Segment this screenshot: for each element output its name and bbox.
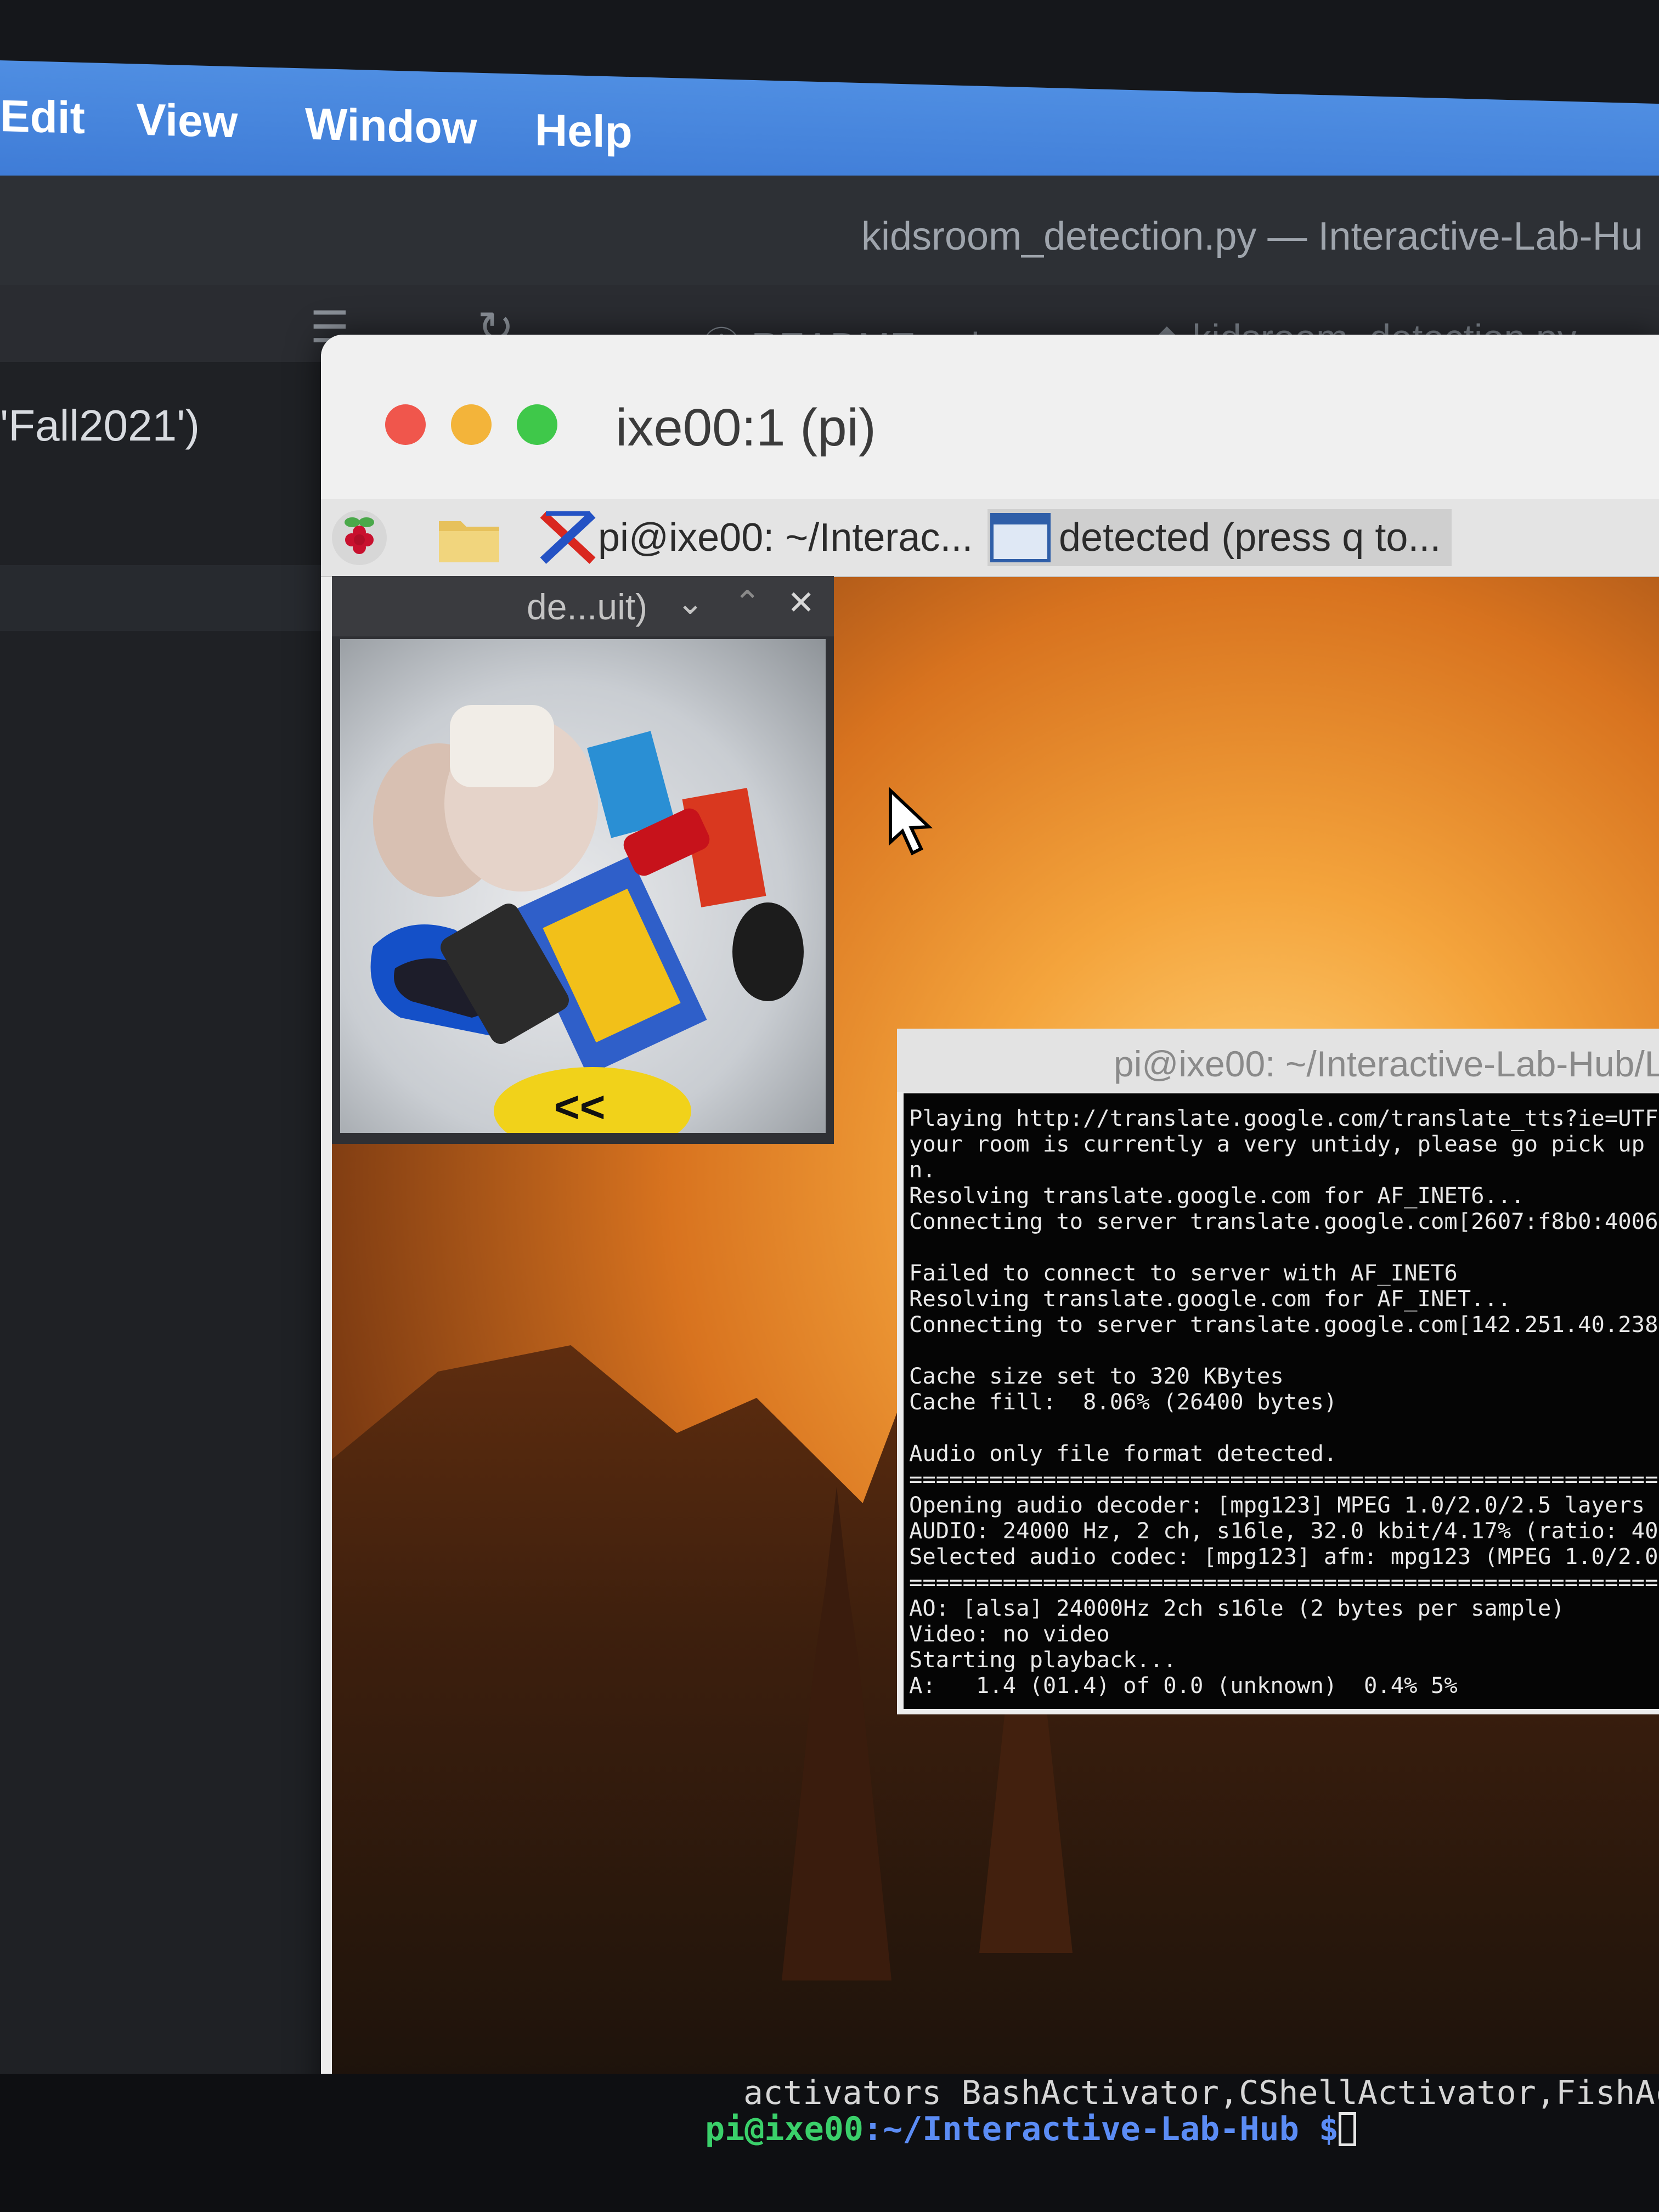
mouse-cursor-icon [889, 787, 933, 856]
prompt-path: :~/Interactive-Lab-Hub $ [863, 2110, 1339, 2148]
terminal-line: Connecting to server translate.google.co… [909, 1208, 1659, 1234]
menu-window[interactable]: Window [305, 99, 477, 155]
raspberry-menu-icon[interactable] [332, 510, 387, 565]
vnc-window-title: ixe00:1 (pi) [616, 398, 876, 457]
code-line: 'Fall2021') [0, 401, 200, 450]
terminal-line: Connecting to server translate.google.co… [909, 1311, 1659, 1338]
detected-image-window: de...uit) ⌄ ⌃ ✕ << [332, 576, 834, 1144]
terminal-line: Video: no video [909, 1621, 1110, 1647]
taskbar-terminal-button[interactable]: pi@ixe00: ~/Interac... [538, 509, 973, 566]
close-icon[interactable]: ✕ [787, 584, 815, 622]
terminal-line: n. [909, 1156, 936, 1183]
terminal-line: Cache fill: 8.06% (26400 bytes) [909, 1389, 1338, 1415]
svg-text:<<: << [554, 1082, 605, 1131]
terminal-title: pi@ixe00: ~/Interactive-Lab-Hub/La [1114, 1043, 1659, 1084]
image-window-titlebar: de...uit) ⌄ ⌃ ✕ [332, 576, 834, 636]
terminal-line: Resolving translate.google.com for AF_IN… [909, 1182, 1525, 1209]
editor-current-line [0, 565, 324, 631]
image-window-title: de...uit) [527, 586, 648, 627]
window-icon [990, 513, 1051, 562]
terminal-line: Starting playback... [909, 1646, 1177, 1673]
terminal-window: pi@ixe00: ~/Interactive-Lab-Hub/La Playi… [897, 1029, 1659, 1714]
terminal-line: A: 1.4 (01.4) of 0.0 (unknown) 0.4% 5% [909, 1672, 1458, 1699]
taskbar-detected-button[interactable]: detected (press q to... [988, 509, 1452, 566]
pi-taskbar: pi@ixe00: ~/Interac... detected (press q… [321, 499, 1659, 577]
terminal-titlebar: pi@ixe00: ~/Interactive-Lab-Hub/La [897, 1029, 1659, 1092]
terminal-line: Resolving translate.google.com for AF_IN… [909, 1285, 1511, 1312]
chevron-up-icon[interactable]: ⌃ [733, 584, 761, 622]
terminal-line: AUDIO: 24000 Hz, 2 ch, s16le, 32.0 kbit/… [909, 1517, 1659, 1544]
terminal-line: Failed to connect to server with AF_INET… [909, 1260, 1458, 1286]
terminal-line: AO: [alsa] 24000Hz 2ch s16le (2 bytes pe… [909, 1595, 1565, 1621]
minimize-window-button[interactable] [451, 404, 492, 445]
host-terminal[interactable]: activators BashActivator,CShellActivator… [0, 2074, 1659, 2212]
terminal-line: activators BashActivator,CShellActivator… [743, 2074, 1659, 2112]
vnc-titlebar: ixe00:1 (pi) [321, 335, 1659, 499]
terminal-line: ========================================… [909, 1466, 1659, 1492]
file-manager-icon[interactable] [436, 516, 502, 565]
menu-view[interactable]: View [136, 94, 238, 148]
terminal-line: Opening audio decoder: [mpg123] MPEG 1.0… [909, 1492, 1659, 1518]
terminal-line: ========================================… [909, 1569, 1659, 1595]
zoom-window-button[interactable] [517, 404, 557, 445]
close-window-button[interactable] [385, 404, 426, 445]
terminal-line: your room is currently a very untidy, pl… [909, 1131, 1659, 1157]
taskbar-terminal-label: pi@ixe00: ~/Interac... [598, 516, 973, 560]
vnc-viewer-window: ixe00:1 (pi) pi@ixe00: ~/Interac... dete… [321, 335, 1659, 2112]
menu-edit[interactable]: Edit [0, 91, 85, 144]
editor-window-title: kidsroom_detection.py — Interactive-Lab-… [861, 215, 1643, 258]
menu-help[interactable]: Help [535, 105, 633, 159]
chevron-down-icon[interactable]: ⌄ [676, 584, 704, 622]
editor-code-area[interactable] [0, 362, 324, 2212]
camera-frame-image: << [340, 639, 826, 1133]
terminal-line: Audio only file format detected. [909, 1440, 1338, 1466]
terminal-line: Playing http://translate.google.com/tran… [909, 1105, 1659, 1131]
terminal-line: Selected audio codec: [mpg123] afm: mpg1… [909, 1543, 1659, 1570]
terminal-line: Cache size set to 320 KBytes [909, 1363, 1284, 1389]
taskbar-detected-label: detected (press q to... [1059, 516, 1441, 560]
terminal-output[interactable]: Playing http://translate.google.com/tran… [904, 1093, 1659, 1709]
terminal-x-icon [540, 511, 596, 564]
text-cursor [1339, 2112, 1356, 2146]
prompt-user: pi@ixe00 [705, 2110, 864, 2148]
